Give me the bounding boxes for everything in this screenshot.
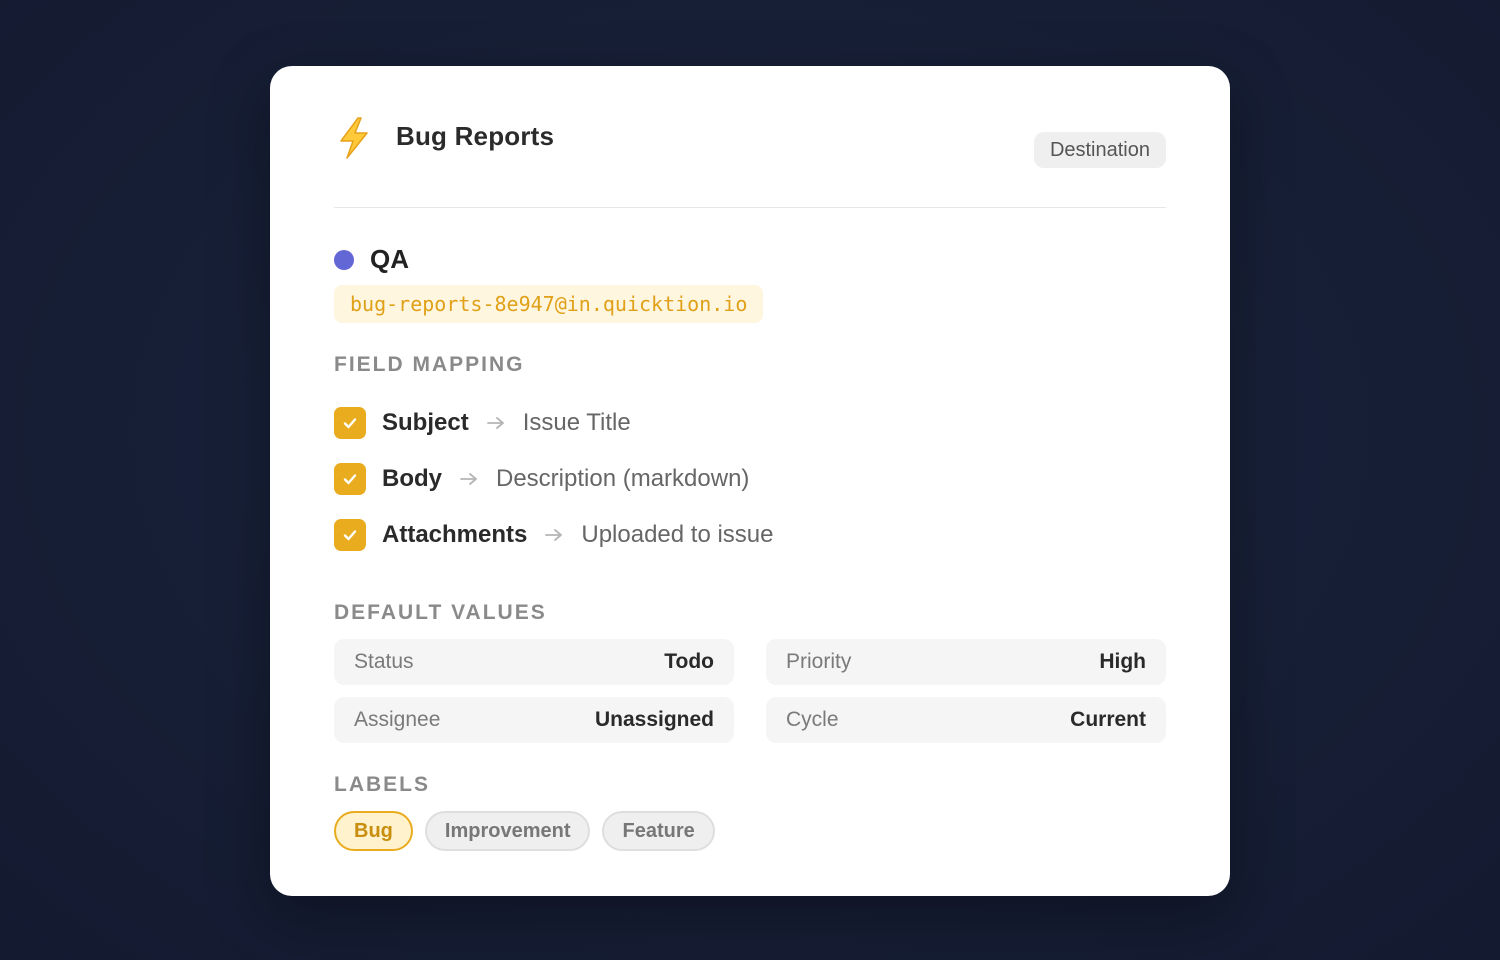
default-key: Status xyxy=(354,650,414,673)
mapping-target: Issue Title xyxy=(522,409,631,436)
default-key: Priority xyxy=(786,650,852,673)
inbound-email-address[interactable]: bug-reports-8e947@in.quicktion.io xyxy=(334,285,764,323)
label-chip-improvement[interactable]: Improvement xyxy=(424,811,591,851)
mapping-checkbox[interactable] xyxy=(334,519,366,551)
mapping-checkbox[interactable] xyxy=(334,463,366,495)
default-values-heading: DEFAULT VALUES xyxy=(334,601,547,624)
checkmark-icon xyxy=(343,418,357,429)
mapping-checkbox[interactable] xyxy=(334,407,366,439)
checkmark-icon xyxy=(343,474,357,485)
default-key: Assignee xyxy=(354,708,441,731)
default-value: Unassigned xyxy=(594,708,714,731)
label-chips: Bug Improvement Feature xyxy=(334,811,1166,851)
field-mapping-list: Subject Issue Title Body Description (ma… xyxy=(334,395,1166,563)
destination-badge: Destination xyxy=(1033,132,1166,168)
arrow-right-icon xyxy=(486,417,504,429)
mapping-row-subject: Subject Issue Title xyxy=(334,395,1166,451)
team-name: QA xyxy=(370,244,409,274)
mapping-row-attachments: Attachments Uploaded to issue xyxy=(334,507,1166,563)
arrow-right-icon xyxy=(460,473,477,485)
mapping-source: Body xyxy=(382,465,442,492)
default-value: High xyxy=(1099,650,1146,673)
default-status[interactable]: Status Todo xyxy=(334,639,734,685)
default-values-grid: Status Todo Priority High Assignee Unass… xyxy=(334,639,1166,743)
card-title: Bug Reports xyxy=(396,121,555,151)
lightning-icon xyxy=(340,116,368,159)
label-chip-bug[interactable]: Bug xyxy=(334,811,413,851)
team-row: QA xyxy=(334,244,1166,275)
checkmark-icon xyxy=(343,530,357,541)
mapping-source: Attachments xyxy=(382,521,528,548)
default-priority[interactable]: Priority High xyxy=(766,639,1166,685)
destination-card: Bug Reports Destination QA bug-reports-8… xyxy=(270,66,1230,896)
default-value: Current xyxy=(1070,708,1146,731)
field-mapping-heading: FIELD MAPPING xyxy=(334,353,525,376)
default-key: Cycle xyxy=(786,708,839,731)
mapping-target: Description (markdown) xyxy=(496,465,750,492)
team-color-dot xyxy=(334,249,354,270)
mapping-target: Uploaded to issue xyxy=(581,521,774,548)
card-header: Bug Reports Destination xyxy=(334,66,1166,208)
mapping-source: Subject xyxy=(382,409,469,436)
default-cycle[interactable]: Cycle Current xyxy=(766,697,1166,743)
default-value: Todo xyxy=(664,650,714,673)
labels-heading: LABELS xyxy=(334,773,430,796)
arrow-right-icon xyxy=(545,529,563,541)
default-assignee[interactable]: Assignee Unassigned xyxy=(334,697,734,743)
mapping-row-body: Body Description (markdown) xyxy=(334,451,1166,507)
label-chip-feature[interactable]: Feature xyxy=(602,811,715,851)
